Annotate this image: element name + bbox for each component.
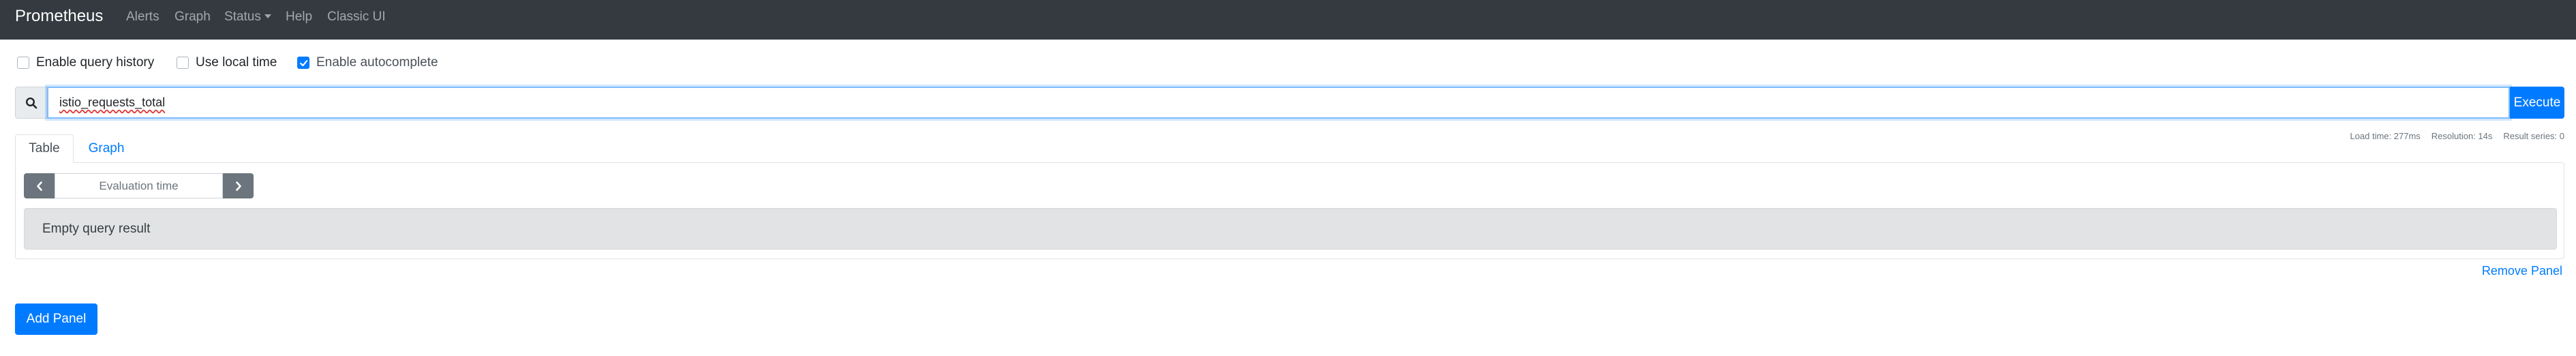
local-time-label: Use local time	[196, 55, 277, 70]
expression-text: istio_requests_total	[59, 95, 166, 109]
empty-result-alert: Empty query result	[24, 208, 2557, 250]
expression-input[interactable]: istio_requests_total	[47, 87, 2510, 119]
query-history-checkbox[interactable]	[17, 57, 29, 69]
add-panel-button[interactable]: Add Panel	[15, 303, 97, 335]
nav-link-classic-ui[interactable]: Classic UI	[327, 9, 386, 25]
caret-down-icon	[264, 14, 271, 18]
top-navbar: Prometheus Alerts Graph Status Help Clas…	[0, 0, 2576, 40]
nav-link-status-label: Status	[224, 10, 261, 24]
tab-table[interactable]: Table	[15, 134, 74, 163]
tab-graph[interactable]: Graph	[74, 134, 139, 163]
nav-link-graph[interactable]: Graph	[175, 9, 211, 25]
nav-link-alerts[interactable]: Alerts	[126, 9, 160, 25]
remove-panel-link[interactable]: Remove Panel	[2482, 264, 2562, 278]
result-series: Result series: 0	[2503, 131, 2564, 141]
query-stats: Load time: 277ms Resolution: 14s Result …	[2350, 131, 2564, 141]
autocomplete-checkbox[interactable]	[297, 57, 309, 69]
option-local-time[interactable]: Use local time	[177, 55, 277, 71]
chevron-left-icon	[36, 181, 42, 191]
query-row: istio_requests_total Execute	[15, 87, 2564, 119]
resolution: Resolution: 14s	[2431, 131, 2493, 141]
eval-next-button[interactable]	[223, 173, 254, 198]
evaluation-time-group: Evaluation time	[24, 173, 254, 198]
nav-link-help[interactable]: Help	[286, 9, 312, 25]
autocomplete-label: Enable autocomplete	[316, 55, 438, 70]
checkmark-icon	[299, 59, 307, 66]
option-query-history[interactable]: Enable query history	[17, 55, 154, 71]
evaluation-time-input[interactable]: Evaluation time	[55, 173, 223, 198]
local-time-checkbox[interactable]	[177, 57, 189, 69]
load-time: Load time: 277ms	[2350, 131, 2421, 141]
option-autocomplete[interactable]: Enable autocomplete	[297, 55, 438, 71]
query-history-label: Enable query history	[36, 55, 155, 70]
eval-prev-button[interactable]	[24, 173, 55, 198]
brand-logo-text[interactable]: Prometheus	[15, 5, 103, 27]
search-icon	[15, 87, 47, 119]
execute-button[interactable]: Execute	[2510, 87, 2564, 119]
nav-dropdown-status[interactable]: Status	[224, 9, 271, 25]
chevron-right-icon	[235, 181, 241, 191]
